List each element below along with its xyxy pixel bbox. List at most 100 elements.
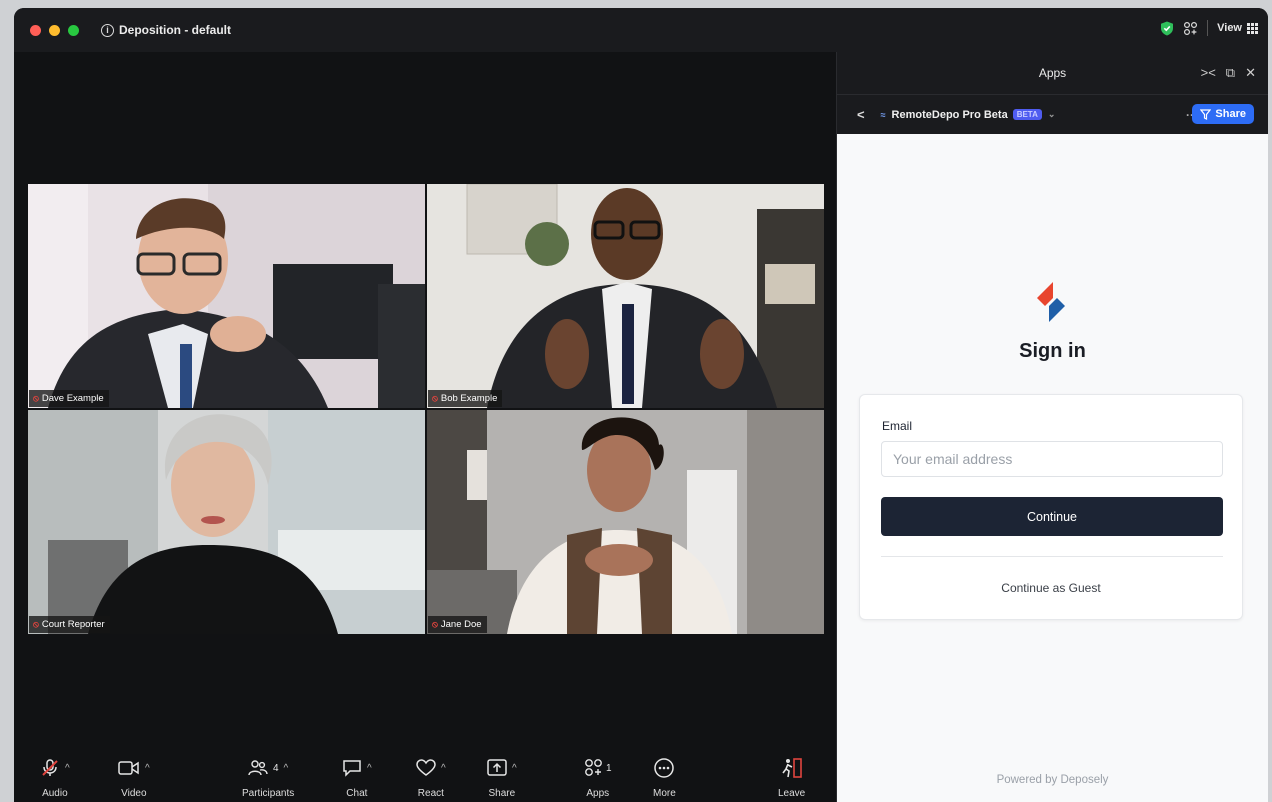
- participants-label: Participants: [242, 788, 295, 799]
- audio-label: Audio: [42, 788, 68, 799]
- app-share-button[interactable]: Share: [1192, 104, 1254, 124]
- video-tile[interactable]: ⦸ Jane Doe: [427, 410, 824, 634]
- back-chevron-icon[interactable]: <: [857, 107, 865, 122]
- title-bar: i Deposition - default View: [14, 8, 1268, 52]
- zoom-window: i Deposition - default View ⦸ Dave Examp…: [14, 8, 1268, 802]
- remotedepo-logo-icon: ≈: [880, 109, 886, 120]
- participant-video: [28, 184, 425, 408]
- app-name[interactable]: RemoteDepo Pro Beta: [892, 109, 1008, 121]
- video-button[interactable]: ^ Video: [118, 754, 150, 799]
- leave-button[interactable]: Leave: [778, 754, 805, 799]
- share-options-caret-icon[interactable]: ^: [512, 763, 517, 774]
- participant-nametag: ⦸ Jane Doe: [428, 616, 487, 633]
- window-title: Deposition - default: [119, 23, 231, 37]
- video-label: Video: [121, 788, 147, 799]
- apps-grid-icon[interactable]: [1183, 21, 1198, 36]
- heart-icon: [416, 759, 436, 776]
- participant-nametag: ⦸ Court Reporter: [29, 616, 110, 633]
- apps-panel: Apps >< ⧉ ✕ < ≈ RemoteDepo Pro Beta BETA…: [836, 52, 1268, 802]
- share-button-label: Share: [1215, 108, 1246, 120]
- continue-button[interactable]: Continue: [881, 497, 1223, 536]
- video-grid: ⦸ Dave Example ⦸ Bob Example ⦸ Court Rep…: [28, 184, 824, 634]
- email-label: Email: [882, 419, 913, 433]
- deposely-logo-icon: [1037, 282, 1065, 322]
- view-label: View: [1217, 22, 1242, 34]
- video-tile[interactable]: ⦸ Court Reporter: [28, 410, 425, 634]
- react-button[interactable]: ^ React: [416, 754, 446, 799]
- gallery-view-icon: [1247, 22, 1258, 34]
- apps-icon: [585, 759, 602, 776]
- participant-video: [28, 410, 425, 634]
- participant-video: [427, 410, 824, 634]
- react-options-caret-icon[interactable]: ^: [441, 763, 446, 774]
- sign-in-title: Sign in: [1019, 340, 1086, 362]
- maximize-window-button[interactable]: [68, 24, 79, 36]
- window-controls: [30, 24, 79, 36]
- close-icon[interactable]: ✕: [1245, 65, 1256, 81]
- muted-mic-icon: ⦸: [33, 393, 39, 403]
- video-stage: ⦸ Dave Example ⦸ Bob Example ⦸ Court Rep…: [14, 52, 836, 752]
- share-screen-button[interactable]: ^ Share: [487, 754, 517, 799]
- info-icon: i: [101, 23, 114, 37]
- video-tile[interactable]: ⦸ Bob Example: [427, 184, 824, 408]
- meeting-toolbar: ^ Audio ^ Video 4 ^ Participants ^ Chat …: [14, 752, 836, 802]
- title-bar-controls: View: [1160, 20, 1258, 36]
- more-button[interactable]: More: [653, 754, 676, 799]
- sign-in-card: Email Continue Continue as Guest: [859, 394, 1243, 620]
- react-label: React: [417, 788, 444, 799]
- more-label: More: [653, 788, 676, 799]
- chat-icon: [343, 760, 361, 777]
- close-window-button[interactable]: [30, 24, 41, 36]
- participant-name: Bob Example: [440, 393, 498, 404]
- powered-by-footer: Powered by Deposely: [996, 774, 1109, 786]
- participant-video: [427, 184, 824, 408]
- apps-button[interactable]: 1 Apps: [584, 754, 612, 799]
- participant-name: Dave Example: [41, 393, 104, 404]
- participants-count: 4: [272, 762, 279, 774]
- chat-options-caret-icon[interactable]: ^: [367, 763, 372, 774]
- video-options-caret-icon[interactable]: ^: [145, 763, 150, 774]
- continue-as-guest-link[interactable]: Continue as Guest: [860, 581, 1242, 595]
- minimize-window-button[interactable]: [49, 24, 60, 36]
- app-nav-bar: < ≈ RemoteDepo Pro Beta BETA ⌄ ··· Share: [837, 94, 1268, 134]
- participant-name: Court Reporter: [41, 619, 105, 630]
- sign-in-view: Sign in Email Continue Continue as Guest…: [837, 134, 1268, 802]
- participant-nametag: ⦸ Bob Example: [428, 390, 503, 407]
- muted-mic-icon: ⦸: [432, 619, 438, 629]
- apps-count: 1: [606, 762, 612, 774]
- more-icon: [654, 758, 675, 778]
- apps-panel-title: Apps: [1038, 66, 1067, 80]
- chevron-down-icon[interactable]: ⌄: [1048, 109, 1056, 120]
- collapse-icon[interactable]: ><: [1201, 65, 1216, 81]
- shield-check-icon[interactable]: [1160, 21, 1174, 36]
- share-screen-icon: [487, 759, 507, 776]
- pop-out-icon[interactable]: ⧉: [1226, 65, 1235, 81]
- leave-label: Leave: [778, 788, 806, 799]
- video-tile[interactable]: ⦸ Dave Example: [28, 184, 425, 408]
- muted-mic-icon: ⦸: [33, 619, 39, 629]
- leave-icon: [781, 758, 802, 778]
- apps-panel-controls: >< ⧉ ✕: [1201, 65, 1256, 81]
- email-field[interactable]: [881, 441, 1223, 477]
- apps-panel-header: Apps >< ⧉ ✕: [837, 52, 1268, 94]
- share-label: Share: [488, 788, 516, 799]
- chat-label: Chat: [346, 788, 368, 799]
- muted-mic-icon: ⦸: [432, 393, 438, 403]
- video-camera-icon: [118, 761, 139, 775]
- share-funnel-icon: [1200, 108, 1212, 120]
- participants-options-caret-icon[interactable]: ^: [284, 763, 289, 774]
- view-button[interactable]: View: [1217, 22, 1258, 34]
- mic-off-icon: [42, 759, 58, 776]
- meeting-info[interactable]: i Deposition - default: [101, 23, 231, 37]
- audio-button[interactable]: ^ Audio: [40, 754, 70, 799]
- divider: [881, 556, 1223, 557]
- apps-label: Apps: [586, 788, 610, 799]
- beta-badge: BETA: [1012, 109, 1042, 120]
- chat-button[interactable]: ^ Chat: [342, 754, 372, 799]
- divider: [1207, 20, 1209, 36]
- participants-icon: [248, 760, 268, 776]
- participant-nametag: ⦸ Dave Example: [29, 390, 109, 407]
- participant-name: Jane Doe: [440, 619, 482, 630]
- participants-button[interactable]: 4 ^ Participants: [242, 754, 294, 799]
- audio-options-caret-icon[interactable]: ^: [65, 763, 70, 774]
